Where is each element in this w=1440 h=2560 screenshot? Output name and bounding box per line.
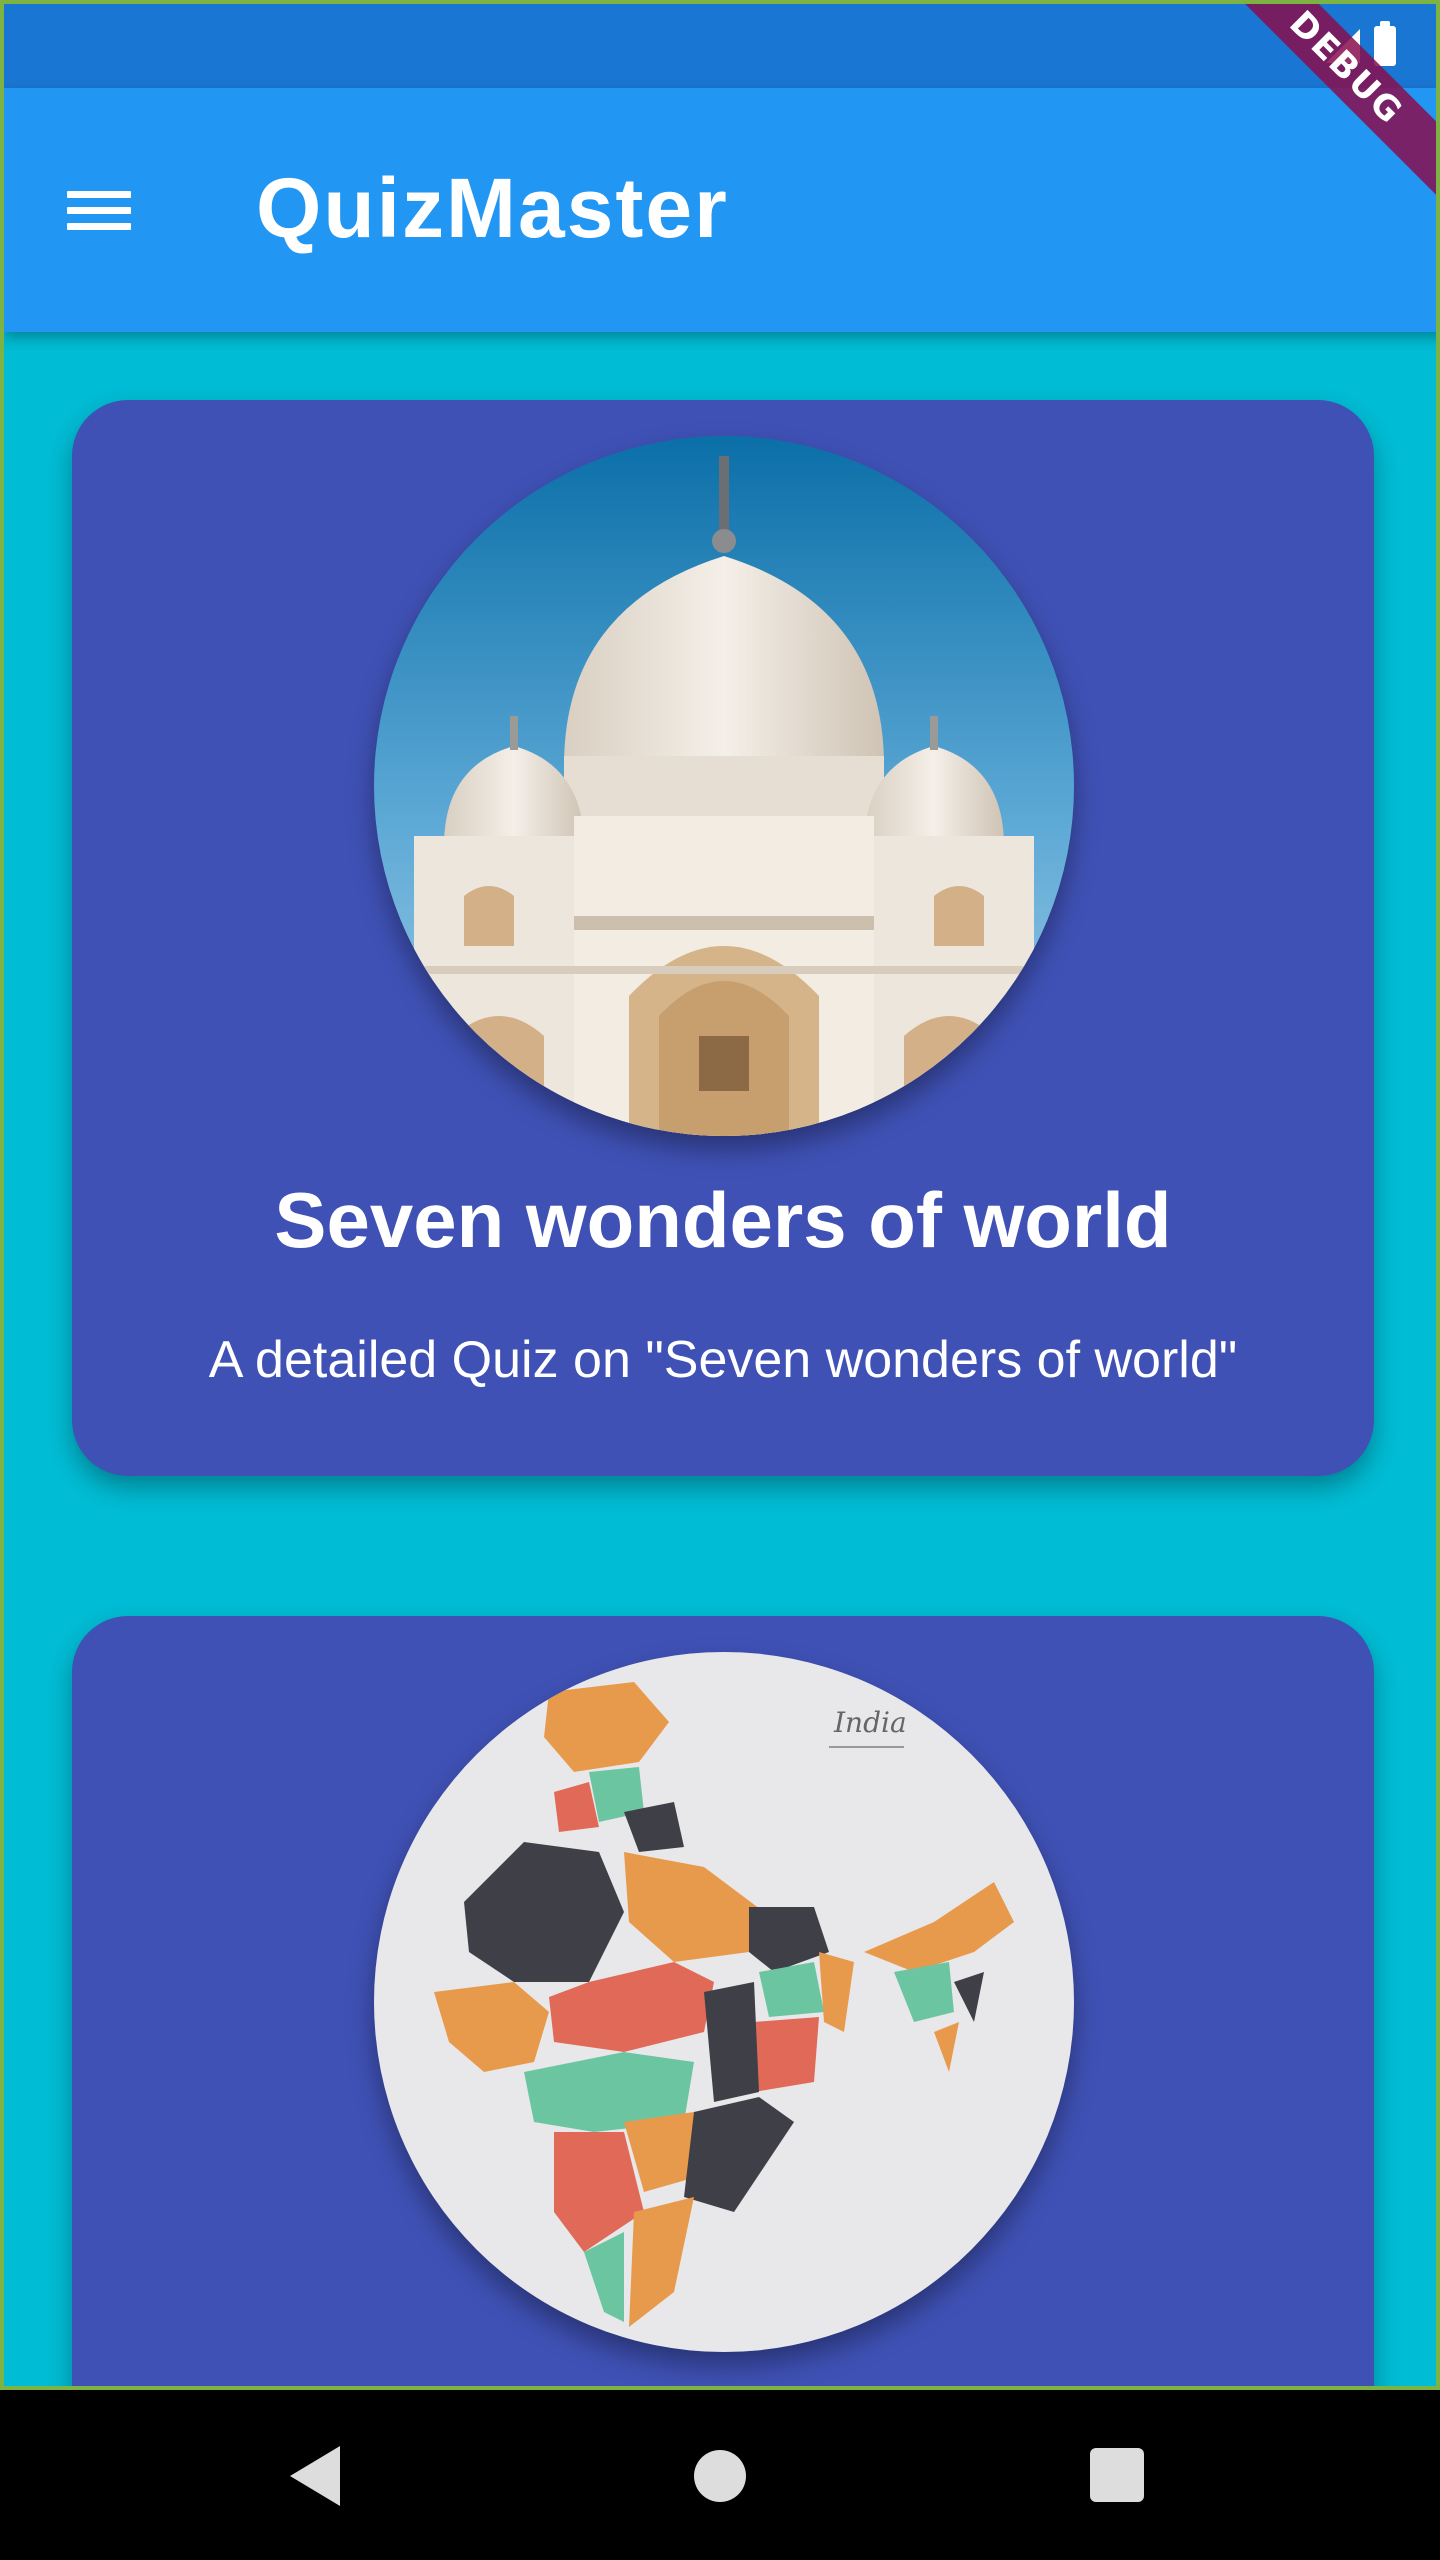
quiz-card-seven-wonders[interactable]: Seven wonders of world A detailed Quiz o… [72, 400, 1374, 1476]
status-bar [4, 4, 1436, 88]
battery-icon [1374, 21, 1396, 66]
recent-apps-icon[interactable] [1090, 2448, 1144, 2502]
app-bar: QuizMaster [4, 88, 1436, 332]
india-map-image: India [374, 1652, 1074, 2352]
quiz-card-subtitle: A detailed Quiz on "Seven wonders of wor… [208, 1331, 1238, 1389]
home-icon[interactable] [694, 2450, 746, 2502]
map-caption: India [833, 1706, 907, 1739]
quiz-card-title: Seven wonders of world [274, 1176, 1172, 1264]
back-icon[interactable] [290, 2446, 340, 2506]
taj-mahal-image [374, 436, 1074, 1136]
quiz-card-india[interactable]: India [72, 1616, 1374, 2386]
menu-icon[interactable] [54, 178, 144, 242]
app-title: QuizMaster [256, 161, 729, 255]
app-screen: QuizMaster DEBUG Seven wonders of world … [0, 0, 1440, 2390]
